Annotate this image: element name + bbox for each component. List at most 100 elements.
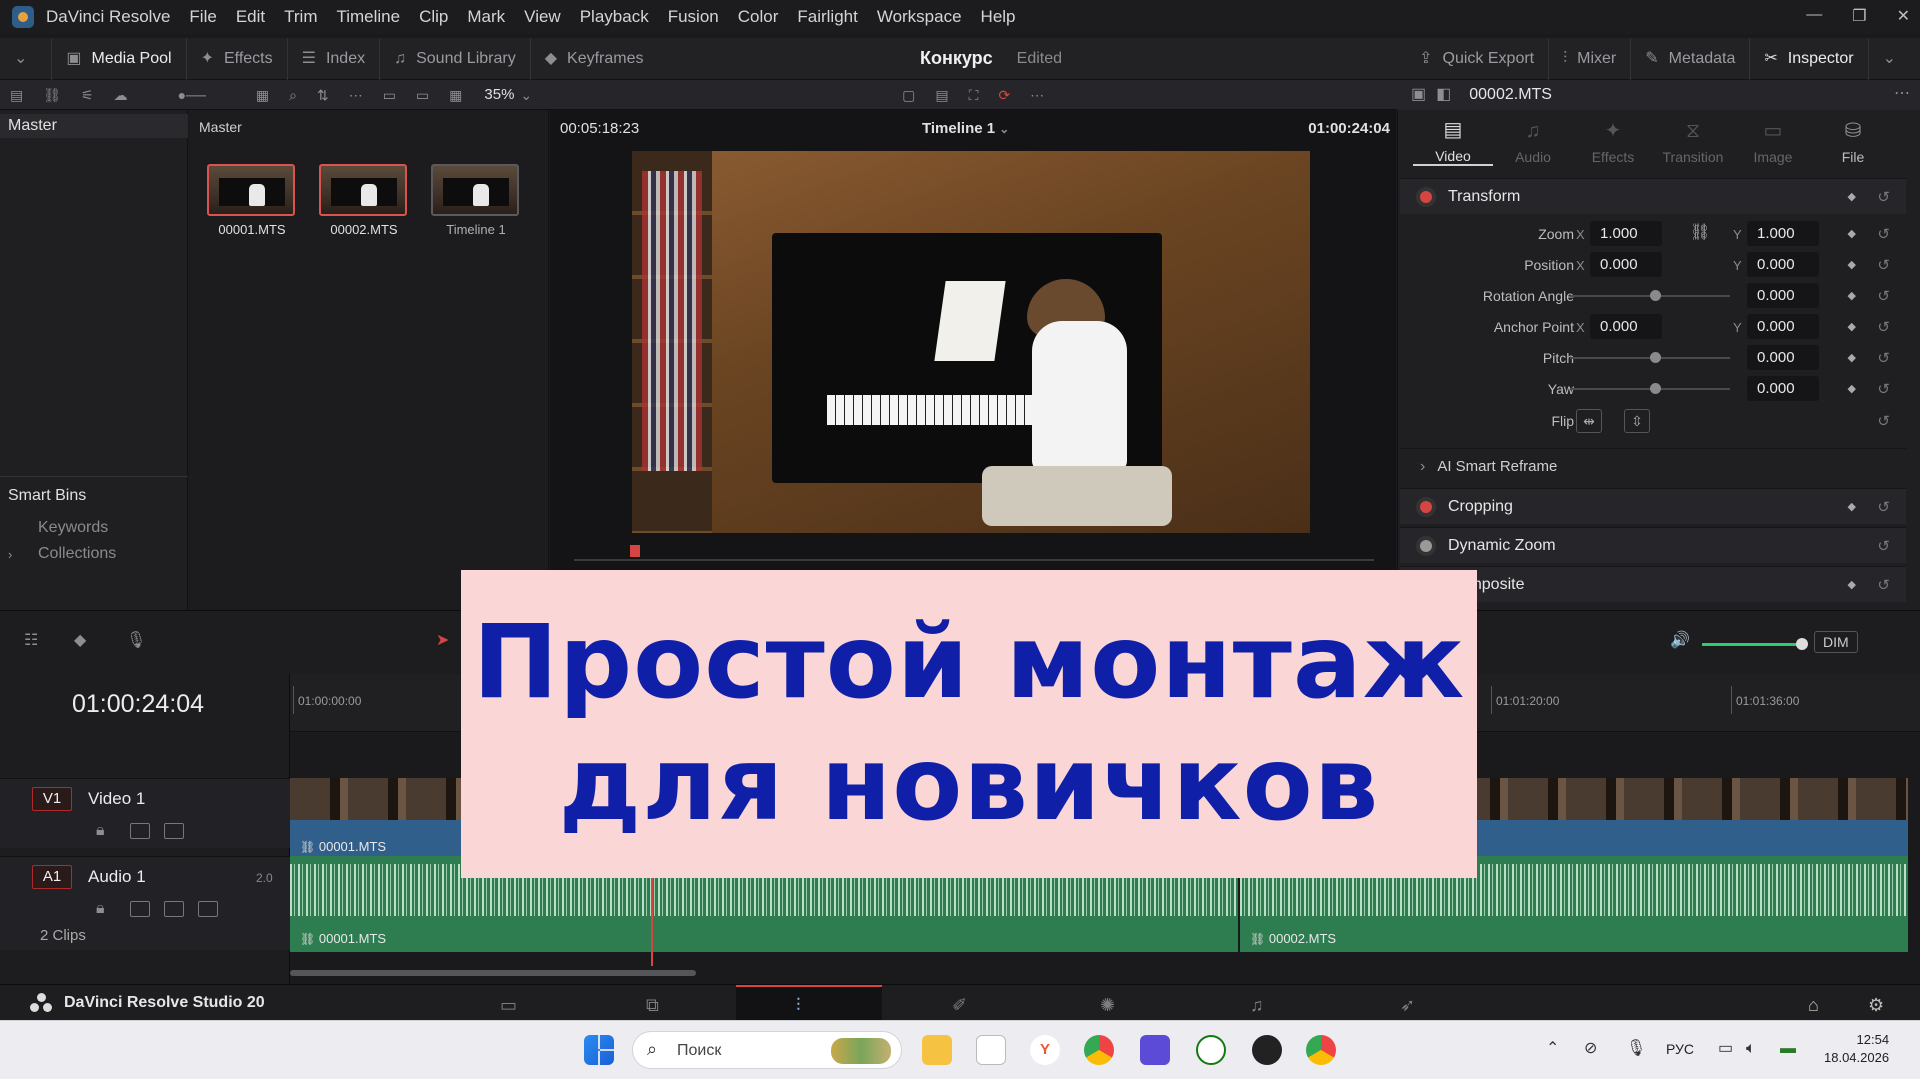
smart-bin-collections[interactable]: › Collections xyxy=(8,545,180,563)
page-edit-icon[interactable]: ⫶ xyxy=(796,995,801,1016)
menu-clip[interactable]: Clip xyxy=(419,7,448,27)
minimize-button[interactable]: — xyxy=(1806,6,1822,26)
menu-timeline[interactable]: Timeline xyxy=(336,7,400,27)
clock[interactable]: 12:54 18.04.2026 xyxy=(1824,1031,1889,1067)
page-color-icon[interactable]: ✺ xyxy=(1100,995,1115,1016)
transform-section[interactable]: Transform ◆ ↺ xyxy=(1400,178,1906,214)
video-frame[interactable] xyxy=(632,151,1310,533)
pointer-tool-icon[interactable]: ➤ xyxy=(436,633,449,649)
mixer-button[interactable]: ⫶ Mixer xyxy=(1549,38,1632,80)
timeline-options-icon[interactable]: ☷ xyxy=(24,633,38,649)
track-visibility-icon[interactable] xyxy=(164,823,184,839)
menu-color[interactable]: Color xyxy=(738,7,779,27)
media-clip[interactable]: 00001.MTS xyxy=(207,164,297,237)
reset-icon[interactable]: ↺ xyxy=(1877,498,1890,516)
slider-knob[interactable] xyxy=(1650,383,1661,394)
network-off-icon[interactable]: ⊘ xyxy=(1584,1041,1597,1057)
more-icon[interactable]: ⋯ xyxy=(1030,88,1044,102)
chrome-profile-icon[interactable] xyxy=(1306,1035,1336,1065)
sidebar-toggle-icon[interactable]: ▤ xyxy=(10,88,23,102)
flip-vertical-icon[interactable]: ⇳ xyxy=(1624,409,1650,433)
menu-view[interactable]: View xyxy=(524,7,561,27)
speaker-icon[interactable]: 🔈︎ xyxy=(1746,1041,1756,1057)
viewer-layout-icon[interactable]: ▭ xyxy=(383,88,396,102)
tab-audio[interactable]: ♫ Audio xyxy=(1493,121,1573,165)
workspace-toggle-button[interactable]: ⌄ xyxy=(0,37,53,80)
menu-help[interactable]: Help xyxy=(981,7,1016,27)
keyframe-icon[interactable]: ◆ xyxy=(1848,289,1856,302)
timeline-clip[interactable]: Timeline 1 xyxy=(431,164,521,237)
reset-icon[interactable]: ↺ xyxy=(1877,537,1890,555)
taskbar-search[interactable]: ⌕ Поиск xyxy=(632,1031,902,1069)
display-icon[interactable]: ▭ xyxy=(1718,1041,1733,1057)
menu-mark[interactable]: Mark xyxy=(467,7,505,27)
auto-select-icon[interactable] xyxy=(130,901,150,917)
reset-icon[interactable]: ↺ xyxy=(1877,256,1890,274)
keyframe-icon[interactable]: ◆ xyxy=(1848,227,1856,240)
lock-icon[interactable]: 🔒︎ xyxy=(96,901,105,917)
page-deliver-icon[interactable]: ➶ xyxy=(1400,995,1415,1016)
reset-icon[interactable]: ↺ xyxy=(1877,576,1890,594)
yaw-slider[interactable] xyxy=(1570,383,1730,394)
tab-image[interactable]: ▭ Image xyxy=(1733,121,1813,165)
thumb-size-slider-icon[interactable]: ●── xyxy=(178,88,206,102)
viewer-layout-3-icon[interactable]: ▦ xyxy=(449,88,462,102)
lock-icon[interactable]: 🔒︎ xyxy=(96,823,105,839)
chrome-icon[interactable] xyxy=(1084,1035,1114,1065)
flip-horizontal-icon[interactable]: ⇹ xyxy=(1576,409,1602,433)
tab-effects[interactable]: ✦ Effects xyxy=(1573,121,1653,165)
battery-icon[interactable]: ▬ xyxy=(1780,1041,1796,1057)
davinci-resolve-icon[interactable] xyxy=(1252,1035,1282,1065)
keyframe-icon[interactable]: ◆ xyxy=(1848,382,1856,395)
dynamic-zoom-enable-toggle[interactable] xyxy=(1420,539,1432,552)
split-icon[interactable]: ◧ xyxy=(1436,87,1451,103)
reset-icon[interactable]: ↺ xyxy=(1877,287,1890,305)
dynamic-zoom-section[interactable]: Dynamic Zoom ↺ xyxy=(1400,527,1906,563)
maximize-button[interactable]: ❐ xyxy=(1852,6,1866,26)
track-a1-badge[interactable]: A1 xyxy=(32,865,72,889)
more-icon[interactable]: ⋯ xyxy=(1894,86,1910,102)
volume-icon[interactable]: 🔊 xyxy=(1670,633,1690,649)
render-icon[interactable]: ◆ xyxy=(74,633,86,649)
app-icon[interactable] xyxy=(1140,1035,1170,1065)
search-icon[interactable]: ⌕ xyxy=(289,88,297,102)
reset-icon[interactable]: ↺ xyxy=(1877,380,1890,398)
playhead-marker[interactable] xyxy=(630,545,640,557)
file-explorer-icon[interactable] xyxy=(922,1035,952,1065)
media-clip[interactable]: 00002.MTS xyxy=(319,164,409,237)
slider-knob[interactable] xyxy=(1650,352,1661,363)
page-fusion-icon[interactable]: ✐ xyxy=(952,995,967,1016)
page-media-icon[interactable]: ▭ xyxy=(500,995,517,1016)
chevron-up-icon[interactable]: ⌃ xyxy=(1546,1041,1559,1057)
menu-edit[interactable]: Edit xyxy=(236,7,265,27)
smart-bin-keywords[interactable]: Keywords xyxy=(8,519,180,537)
panel-toggle-button[interactable]: ⌄ xyxy=(1869,38,1920,80)
effects-button[interactable]: ✦ Effects xyxy=(187,37,288,80)
yandex-browser-icon[interactable]: Y xyxy=(1030,1035,1060,1065)
tab-file[interactable]: ⛁ File xyxy=(1813,121,1893,165)
filter-icon[interactable]: ⚟ xyxy=(81,88,94,102)
timeline-selector[interactable]: Timeline 1 ⌄ xyxy=(922,120,1009,137)
input-language[interactable]: РУС xyxy=(1666,1041,1694,1057)
cloud-icon[interactable]: ☁ xyxy=(114,88,128,102)
grid-view-icon[interactable]: ▦ xyxy=(256,88,269,102)
reset-icon[interactable]: ↺ xyxy=(1877,225,1890,243)
output-icon[interactable]: ▤ xyxy=(935,88,948,102)
menu-file[interactable]: File xyxy=(189,7,216,27)
index-button[interactable]: ☰ Index xyxy=(288,37,381,80)
microphone-icon[interactable]: 🎙︎ xyxy=(1626,1041,1646,1057)
viewer-zoom-select[interactable]: 35% xyxy=(484,86,514,103)
master-bin[interactable]: Master xyxy=(0,114,188,138)
close-button[interactable]: ✕ xyxy=(1897,6,1910,26)
auto-select-icon[interactable] xyxy=(130,823,150,839)
sort-icon[interactable]: ⇅ xyxy=(317,88,329,102)
metadata-button[interactable]: ✎ Metadata xyxy=(1631,38,1751,80)
home-icon[interactable]: ⌂ xyxy=(1808,995,1819,1016)
ai-smart-reframe-section[interactable]: › AI Smart Reframe xyxy=(1400,448,1906,484)
keyframes-button[interactable]: ◆ Keyframes xyxy=(531,38,658,80)
dim-button[interactable]: DIM xyxy=(1814,631,1858,653)
timeline-scrollbar[interactable] xyxy=(290,970,696,976)
anchor-y-field[interactable]: 0.000 xyxy=(1747,314,1819,339)
volume-knob[interactable] xyxy=(1796,638,1808,650)
track-a1-name[interactable]: Audio 1 xyxy=(88,867,146,887)
